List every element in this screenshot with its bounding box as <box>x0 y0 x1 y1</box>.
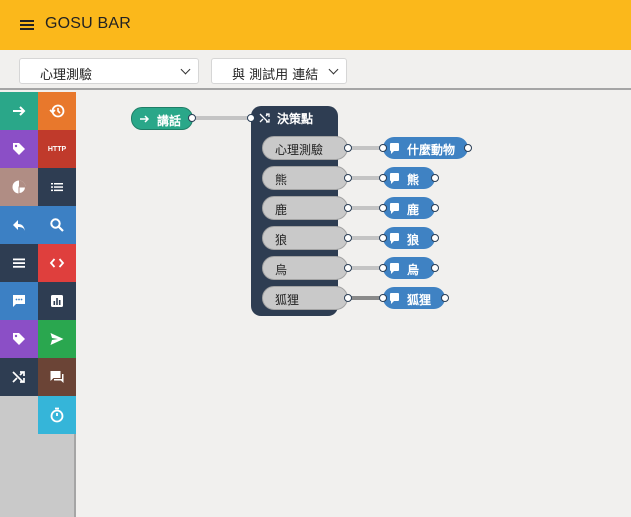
message-node-input-port[interactable] <box>379 294 387 302</box>
shuffle-icon[interactable] <box>0 358 38 396</box>
chevron-down-icon <box>328 64 339 75</box>
forum-icon[interactable] <box>38 358 76 396</box>
choice-label: 烏 <box>275 263 288 277</box>
timer-icon[interactable] <box>38 396 76 434</box>
node-palette: HTTP <box>0 92 76 517</box>
chat-bubble-icon <box>390 203 399 214</box>
choice-output-port[interactable] <box>344 294 352 302</box>
start-node-output-port[interactable] <box>188 114 196 122</box>
connection-lines <box>193 116 383 300</box>
chat-bubble-icon <box>390 263 399 274</box>
choice-label: 心理測驗 <box>275 143 324 157</box>
message-node[interactable]: 鹿 <box>383 197 435 219</box>
chat-bubble-icon <box>390 233 399 244</box>
menu-lines-icon[interactable] <box>0 244 38 282</box>
message-node-label: 狼 <box>407 233 420 247</box>
message-node-input-port[interactable] <box>379 174 387 182</box>
choice-item[interactable]: 熊 <box>262 166 348 190</box>
message-node-output-port[interactable] <box>431 204 439 212</box>
toolbar: 心理測驗 與 測試用 連結 <box>0 50 631 90</box>
channel-select-value: 與 測試用 連結 <box>232 68 319 83</box>
chevron-down-icon <box>180 64 191 75</box>
message-node-output-port[interactable] <box>431 234 439 242</box>
http-icon[interactable]: HTTP <box>38 130 76 168</box>
choice-item[interactable]: 狐狸 <box>262 286 348 310</box>
choice-output-port[interactable] <box>344 144 352 152</box>
channel-select[interactable]: 與 測試用 連結 <box>211 58 347 84</box>
search-icon[interactable] <box>38 206 76 244</box>
arrow-right-icon <box>140 115 150 123</box>
message-node[interactable]: 什麼動物 <box>383 137 468 159</box>
message-node-label: 烏 <box>407 263 420 277</box>
message-node-label: 什麼動物 <box>407 143 456 157</box>
choice-label: 狼 <box>275 233 288 247</box>
tag-icon[interactable] <box>0 130 38 168</box>
choice-label: 鹿 <box>275 203 288 217</box>
chat-dots-icon[interactable] <box>0 282 38 320</box>
message-node-output-port[interactable] <box>464 144 472 152</box>
send-icon[interactable] <box>38 320 76 358</box>
flow-select-value: 心理測驗 <box>40 68 93 83</box>
message-node[interactable]: 熊 <box>383 167 435 189</box>
flow-canvas[interactable]: 講話 決策點 心理測驗 熊 鹿 狼 烏 狐狸 什麼動物 熊 鹿 狼 烏 狐狸 <box>78 92 631 517</box>
message-node-input-port[interactable] <box>379 144 387 152</box>
choice-item[interactable]: 心理測驗 <box>262 136 348 160</box>
chat-bubble-icon <box>390 143 399 154</box>
message-node-input-port[interactable] <box>379 204 387 212</box>
choice-label: 狐狸 <box>275 293 300 307</box>
message-node[interactable]: 狐狸 <box>383 287 445 309</box>
message-node-input-port[interactable] <box>379 264 387 272</box>
pie-chart-icon[interactable] <box>0 168 38 206</box>
choice-output-port[interactable] <box>344 264 352 272</box>
list-icon[interactable] <box>38 168 76 206</box>
chat-bubble-icon <box>390 173 399 184</box>
choice-item[interactable]: 鹿 <box>262 196 348 220</box>
decision-node-input-port[interactable] <box>247 114 255 122</box>
message-node-label: 狐狸 <box>407 293 432 307</box>
arrow-right-icon[interactable] <box>0 92 38 130</box>
start-node[interactable]: 講話 <box>131 107 193 130</box>
http-label: HTTP <box>47 145 67 153</box>
message-node[interactable]: 狼 <box>383 227 435 249</box>
choice-output-port[interactable] <box>344 234 352 242</box>
start-node-label: 講話 <box>157 114 182 128</box>
decision-node-label: 決策點 <box>277 112 314 126</box>
tag-icon-2[interactable] <box>0 320 38 358</box>
message-node-label: 熊 <box>407 173 420 187</box>
choice-item[interactable]: 狼 <box>262 226 348 250</box>
message-node-output-port[interactable] <box>441 294 449 302</box>
choice-item[interactable]: 烏 <box>262 256 348 280</box>
code-icon[interactable] <box>38 244 76 282</box>
message-node-label: 鹿 <box>407 203 420 217</box>
bar-chart-icon[interactable] <box>38 282 76 320</box>
message-node-output-port[interactable] <box>431 174 439 182</box>
flow-select[interactable]: 心理測驗 <box>19 58 199 84</box>
shuffle-icon <box>259 113 270 123</box>
app-title: GOSU BAR <box>45 15 132 32</box>
choice-output-port[interactable] <box>344 174 352 182</box>
choice-label: 熊 <box>275 173 288 187</box>
reply-icon[interactable] <box>0 206 38 244</box>
chat-bubble-icon <box>390 293 399 304</box>
hamburger-menu-icon[interactable] <box>20 19 36 31</box>
message-node[interactable]: 烏 <box>383 257 435 279</box>
message-node-input-port[interactable] <box>379 234 387 242</box>
message-node-output-port[interactable] <box>431 264 439 272</box>
history-icon[interactable] <box>38 92 76 130</box>
choice-output-port[interactable] <box>344 204 352 212</box>
app-header: GOSU BAR <box>0 0 631 50</box>
